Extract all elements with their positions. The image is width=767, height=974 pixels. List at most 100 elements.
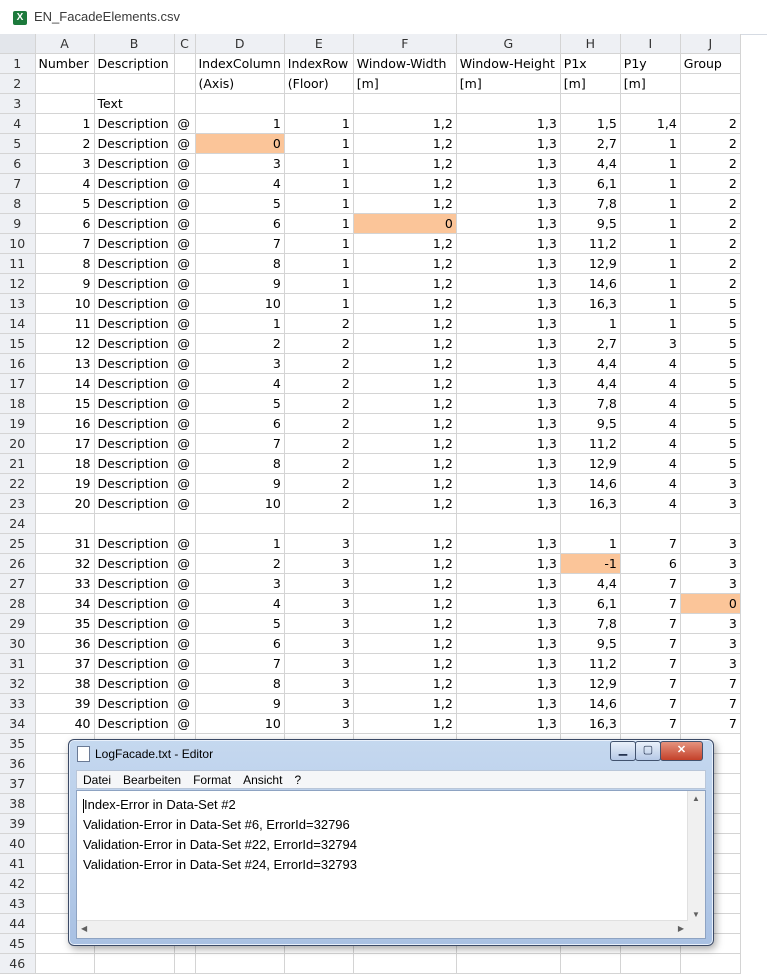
row-header[interactable]: 44 bbox=[0, 913, 36, 934]
cell-j34[interactable]: 7 bbox=[680, 713, 741, 734]
scroll-down-icon[interactable]: ▼ bbox=[692, 910, 700, 919]
cell-d5[interactable]: 0 bbox=[195, 133, 285, 154]
maximize-button[interactable]: ▢ bbox=[635, 741, 661, 761]
cell-e13[interactable]: 1 bbox=[284, 293, 354, 314]
cell-c14[interactable]: @ bbox=[174, 313, 196, 334]
cell-g24[interactable] bbox=[456, 513, 561, 534]
cell-d17[interactable]: 4 bbox=[195, 373, 285, 394]
cell-a3[interactable] bbox=[35, 93, 95, 114]
cell-b6[interactable]: Description bbox=[94, 153, 175, 174]
cell-g20[interactable]: 1,3 bbox=[456, 433, 561, 454]
cell-c7[interactable]: @ bbox=[174, 173, 196, 194]
cell-j10[interactable]: 2 bbox=[680, 233, 741, 254]
cell-g21[interactable]: 1,3 bbox=[456, 453, 561, 474]
cell-c1[interactable] bbox=[174, 53, 196, 74]
cell-j4[interactable]: 2 bbox=[680, 113, 741, 134]
cell-a1[interactable]: Number bbox=[35, 53, 95, 74]
cell-h27[interactable]: 4,4 bbox=[560, 573, 621, 594]
cell-f46[interactable] bbox=[353, 953, 457, 974]
cell-j9[interactable]: 2 bbox=[680, 213, 741, 234]
cell-e17[interactable]: 2 bbox=[284, 373, 354, 394]
cell-d20[interactable]: 7 bbox=[195, 433, 285, 454]
cell-b1[interactable]: Description bbox=[94, 53, 175, 74]
cell-g8[interactable]: 1,3 bbox=[456, 193, 561, 214]
row-header[interactable]: 3 bbox=[0, 93, 36, 114]
cell-i24[interactable] bbox=[620, 513, 681, 534]
cell-e2[interactable]: (Floor) bbox=[284, 73, 354, 94]
cell-f29[interactable]: 1,2 bbox=[353, 613, 457, 634]
cell-a29[interactable]: 35 bbox=[35, 613, 95, 634]
cell-b4[interactable]: Description bbox=[94, 113, 175, 134]
cell-h13[interactable]: 16,3 bbox=[560, 293, 621, 314]
cell-i1[interactable]: P1y bbox=[620, 53, 681, 74]
cell-f13[interactable]: 1,2 bbox=[353, 293, 457, 314]
cell-c28[interactable]: @ bbox=[174, 593, 196, 614]
cell-c31[interactable]: @ bbox=[174, 653, 196, 674]
cell-g18[interactable]: 1,3 bbox=[456, 393, 561, 414]
cell-a31[interactable]: 37 bbox=[35, 653, 95, 674]
row-header[interactable]: 2 bbox=[0, 73, 36, 94]
cell-a46[interactable] bbox=[35, 953, 95, 974]
cell-c18[interactable]: @ bbox=[174, 393, 196, 414]
cell-f16[interactable]: 1,2 bbox=[353, 353, 457, 374]
cell-c25[interactable]: @ bbox=[174, 533, 196, 554]
cell-j7[interactable]: 2 bbox=[680, 173, 741, 194]
cell-e5[interactable]: 1 bbox=[284, 133, 354, 154]
cell-d24[interactable] bbox=[195, 513, 285, 534]
cell-g4[interactable]: 1,3 bbox=[456, 113, 561, 134]
notepad-text-area[interactable]: Index-Error in Data-Set #2 Validation-Err… bbox=[76, 790, 706, 939]
cell-i11[interactable]: 1 bbox=[620, 253, 681, 274]
cell-a24[interactable] bbox=[35, 513, 95, 534]
row-header[interactable]: 37 bbox=[0, 773, 36, 794]
cell-j26[interactable]: 3 bbox=[680, 553, 741, 574]
cell-j27[interactable]: 3 bbox=[680, 573, 741, 594]
cell-f26[interactable]: 1,2 bbox=[353, 553, 457, 574]
cell-h28[interactable]: 6,1 bbox=[560, 593, 621, 614]
row-header[interactable]: 17 bbox=[0, 373, 36, 394]
cell-b2[interactable] bbox=[94, 73, 175, 94]
cell-h24[interactable] bbox=[560, 513, 621, 534]
cell-b20[interactable]: Description bbox=[94, 433, 175, 454]
cell-d6[interactable]: 3 bbox=[195, 153, 285, 174]
cell-g7[interactable]: 1,3 bbox=[456, 173, 561, 194]
menu-item-help[interactable]: ? bbox=[288, 772, 307, 789]
cell-g32[interactable]: 1,3 bbox=[456, 673, 561, 694]
cell-h12[interactable]: 14,6 bbox=[560, 273, 621, 294]
cell-i9[interactable]: 1 bbox=[620, 213, 681, 234]
cell-d12[interactable]: 9 bbox=[195, 273, 285, 294]
cell-a30[interactable]: 36 bbox=[35, 633, 95, 654]
cell-c4[interactable]: @ bbox=[174, 113, 196, 134]
cell-h15[interactable]: 2,7 bbox=[560, 333, 621, 354]
cell-f5[interactable]: 1,2 bbox=[353, 133, 457, 154]
cell-b34[interactable]: Description bbox=[94, 713, 175, 734]
row-header[interactable]: 20 bbox=[0, 433, 36, 454]
cell-j25[interactable]: 3 bbox=[680, 533, 741, 554]
cell-b7[interactable]: Description bbox=[94, 173, 175, 194]
cell-f22[interactable]: 1,2 bbox=[353, 473, 457, 494]
cell-j28[interactable]: 0 bbox=[680, 593, 741, 614]
cell-j12[interactable]: 2 bbox=[680, 273, 741, 294]
cell-i10[interactable]: 1 bbox=[620, 233, 681, 254]
cell-g23[interactable]: 1,3 bbox=[456, 493, 561, 514]
cell-d28[interactable]: 4 bbox=[195, 593, 285, 614]
row-header[interactable]: 21 bbox=[0, 453, 36, 474]
cell-a19[interactable]: 16 bbox=[35, 413, 95, 434]
cell-b18[interactable]: Description bbox=[94, 393, 175, 414]
cell-i46[interactable] bbox=[620, 953, 681, 974]
cell-b10[interactable]: Description bbox=[94, 233, 175, 254]
cell-a12[interactable]: 9 bbox=[35, 273, 95, 294]
cell-f24[interactable] bbox=[353, 513, 457, 534]
cell-h8[interactable]: 7,8 bbox=[560, 193, 621, 214]
cell-b33[interactable]: Description bbox=[94, 693, 175, 714]
cell-c13[interactable]: @ bbox=[174, 293, 196, 314]
cell-a7[interactable]: 4 bbox=[35, 173, 95, 194]
cell-a28[interactable]: 34 bbox=[35, 593, 95, 614]
row-header[interactable]: 41 bbox=[0, 853, 36, 874]
cell-i33[interactable]: 7 bbox=[620, 693, 681, 714]
cell-f6[interactable]: 1,2 bbox=[353, 153, 457, 174]
cell-a10[interactable]: 7 bbox=[35, 233, 95, 254]
cell-h30[interactable]: 9,5 bbox=[560, 633, 621, 654]
cell-e15[interactable]: 2 bbox=[284, 333, 354, 354]
cell-i30[interactable]: 7 bbox=[620, 633, 681, 654]
cell-b27[interactable]: Description bbox=[94, 573, 175, 594]
